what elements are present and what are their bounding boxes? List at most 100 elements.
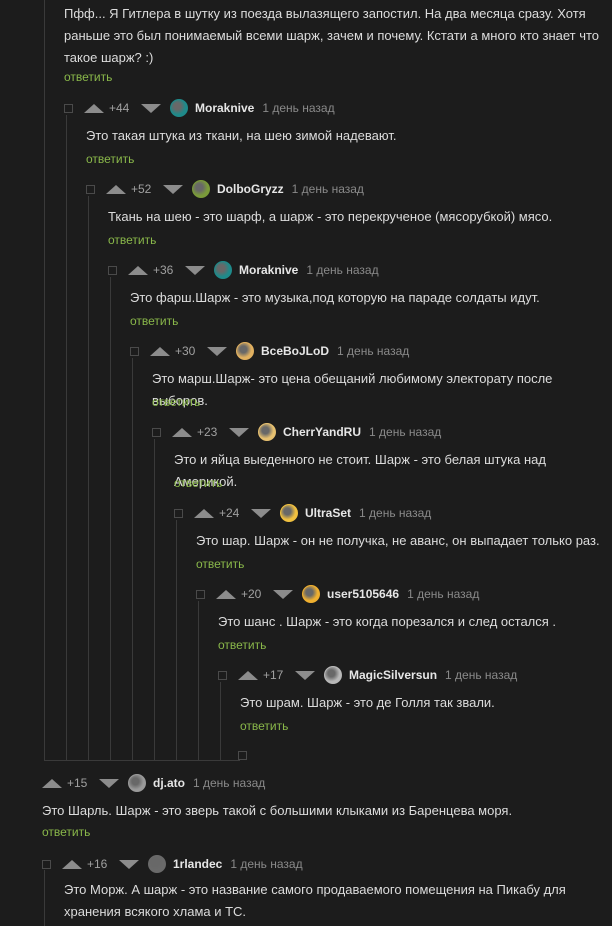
- comment-rating: +20: [241, 587, 262, 601]
- upvote-arrow-icon[interactable]: [106, 184, 126, 194]
- reply-link[interactable]: ответить: [218, 638, 266, 652]
- collapse-toggle[interactable]: [108, 265, 117, 275]
- downvote-arrow-icon[interactable]: [207, 346, 227, 356]
- reply-link[interactable]: ответить: [152, 395, 200, 409]
- avatar[interactable]: [170, 99, 188, 117]
- username-link[interactable]: DolboGryzz: [217, 182, 284, 196]
- username-link[interactable]: UltraSet: [305, 506, 351, 520]
- upvote-arrow-icon[interactable]: [172, 427, 192, 437]
- comment: +23 CherrYandRU 1 день назад Это и яйца …: [152, 422, 612, 497]
- username-link[interactable]: CherrYandRU: [283, 425, 361, 439]
- comment-time: 1 день назад: [193, 776, 266, 790]
- downvote-arrow-icon[interactable]: [185, 265, 205, 275]
- comment-rating: +36: [153, 263, 174, 277]
- thread-line: [110, 277, 111, 760]
- comment-time: 1 день назад: [337, 344, 410, 358]
- comment-time: 1 день назад: [359, 506, 432, 520]
- upvote-arrow-icon[interactable]: [238, 670, 258, 680]
- upvote-arrow-icon[interactable]: [150, 346, 170, 356]
- thread-line: [88, 196, 89, 760]
- collapse-toggle[interactable]: [130, 346, 139, 356]
- comment-header: +30 BceBoJLoD 1 день назад: [130, 341, 409, 361]
- collapse-toggle[interactable]: [218, 670, 227, 680]
- avatar[interactable]: [258, 423, 276, 441]
- avatar[interactable]: [192, 180, 210, 198]
- comment-time: 1 день назад: [262, 101, 335, 115]
- comment-text: Это марш.Шарж- это цена обещаний любимом…: [152, 371, 553, 408]
- thread-line: [44, 0, 45, 760]
- upvote-arrow-icon[interactable]: [128, 265, 148, 275]
- comment-rating: +17: [263, 668, 284, 682]
- thread-line: [132, 358, 133, 760]
- avatar[interactable]: [148, 855, 166, 873]
- collapse-toggle[interactable]: [42, 859, 51, 869]
- downvote-arrow-icon[interactable]: [229, 427, 249, 437]
- username-link[interactable]: MagicSilversun: [349, 668, 437, 682]
- collapse-toggle[interactable]: [174, 508, 183, 518]
- downvote-arrow-icon[interactable]: [273, 589, 293, 599]
- reply-link[interactable]: ответить: [108, 233, 156, 247]
- comment-text: Это Шарль. Шарж - это зверь такой с боль…: [42, 803, 513, 818]
- comment-rating: +16: [87, 857, 108, 871]
- comment-header: +24 UltraSet 1 день назад: [174, 503, 431, 523]
- reply-link[interactable]: ответить: [64, 70, 112, 84]
- downvote-arrow-icon[interactable]: [99, 778, 119, 788]
- username-link[interactable]: 1rlandec: [173, 857, 222, 871]
- comment-time: 1 день назад: [445, 668, 518, 682]
- username-link[interactable]: user5105646: [327, 587, 399, 601]
- comment: +20 user5105646 1 день назад Это шанс . …: [196, 584, 612, 659]
- comment-rating: +15: [67, 776, 88, 790]
- avatar[interactable]: [324, 666, 342, 684]
- comment-time: 1 день назад: [291, 182, 364, 196]
- comment-text: Это такая штука из ткани, на шею зимой н…: [86, 128, 397, 143]
- avatar[interactable]: [302, 585, 320, 603]
- collapse-toggle[interactable]: [64, 103, 73, 113]
- reply-link[interactable]: ответить: [42, 825, 90, 839]
- thread-line-end: [44, 760, 240, 761]
- comment-text: Пфф... Я Гитлера в шутку из поезда вылаз…: [64, 6, 600, 65]
- collapse-toggle[interactable]: [152, 427, 161, 437]
- username-link[interactable]: Moraknive: [239, 263, 298, 277]
- comment: +36 Moraknive 1 день назад Это фарш.Шарж…: [108, 260, 612, 335]
- reply-link[interactable]: ответить: [86, 152, 134, 166]
- username-link[interactable]: Moraknive: [195, 101, 254, 115]
- comment-rating: +23: [197, 425, 218, 439]
- upvote-arrow-icon[interactable]: [216, 589, 236, 599]
- comment-time: 1 день назад: [230, 857, 303, 871]
- comment-text: Ткань на шею - это шарф, а шарж - это пе…: [108, 209, 553, 224]
- avatar[interactable]: [214, 261, 232, 279]
- upvote-arrow-icon[interactable]: [62, 859, 82, 869]
- reply-link[interactable]: ответить: [130, 314, 178, 328]
- comment-text: Это Морж. А шарж - это название самого п…: [64, 882, 566, 919]
- comment-rating: +52: [131, 182, 152, 196]
- collapse-toggle[interactable]: [86, 184, 95, 194]
- comment-text: Это шрам. Шарж - это де Голля так звали.: [240, 695, 495, 710]
- downvote-arrow-icon[interactable]: [163, 184, 183, 194]
- avatar[interactable]: [280, 504, 298, 522]
- comment-text: Это фарш.Шарж - это музыка,под которую н…: [130, 290, 540, 305]
- comment-rating: +44: [109, 101, 130, 115]
- comment: +30 BceBoJLoD 1 день назад Это марш.Шарж…: [130, 341, 612, 416]
- comment-header: +16 1rlandec 1 день назад: [42, 854, 303, 874]
- upvote-arrow-icon[interactable]: [42, 778, 62, 788]
- downvote-arrow-icon[interactable]: [141, 103, 161, 113]
- avatar[interactable]: [128, 774, 146, 792]
- downvote-arrow-icon[interactable]: [119, 859, 139, 869]
- comment-time: 1 день назад: [306, 263, 379, 277]
- username-link[interactable]: BceBoJLoD: [261, 344, 329, 358]
- downvote-arrow-icon[interactable]: [295, 670, 315, 680]
- upvote-arrow-icon[interactable]: [84, 103, 104, 113]
- comment-text: Это и яйца выеденного не стоит. Шарж - э…: [174, 452, 546, 489]
- avatar[interactable]: [236, 342, 254, 360]
- comment: +24 UltraSet 1 день назад Это шар. Шарж …: [174, 503, 612, 578]
- downvote-arrow-icon[interactable]: [251, 508, 271, 518]
- collapse-toggle[interactable]: [196, 589, 205, 599]
- username-link[interactable]: dj.ato: [153, 776, 185, 790]
- collapse-toggle[interactable]: [238, 751, 247, 760]
- reply-link[interactable]: ответить: [196, 557, 244, 571]
- reply-link[interactable]: ответить: [174, 476, 222, 490]
- comment: +15 dj.ato 1 день назад Это Шарль. Шарж …: [42, 773, 612, 848]
- upvote-arrow-icon[interactable]: [194, 508, 214, 518]
- reply-link[interactable]: ответить: [240, 719, 288, 733]
- comment-header: +36 Moraknive 1 день назад: [108, 260, 379, 280]
